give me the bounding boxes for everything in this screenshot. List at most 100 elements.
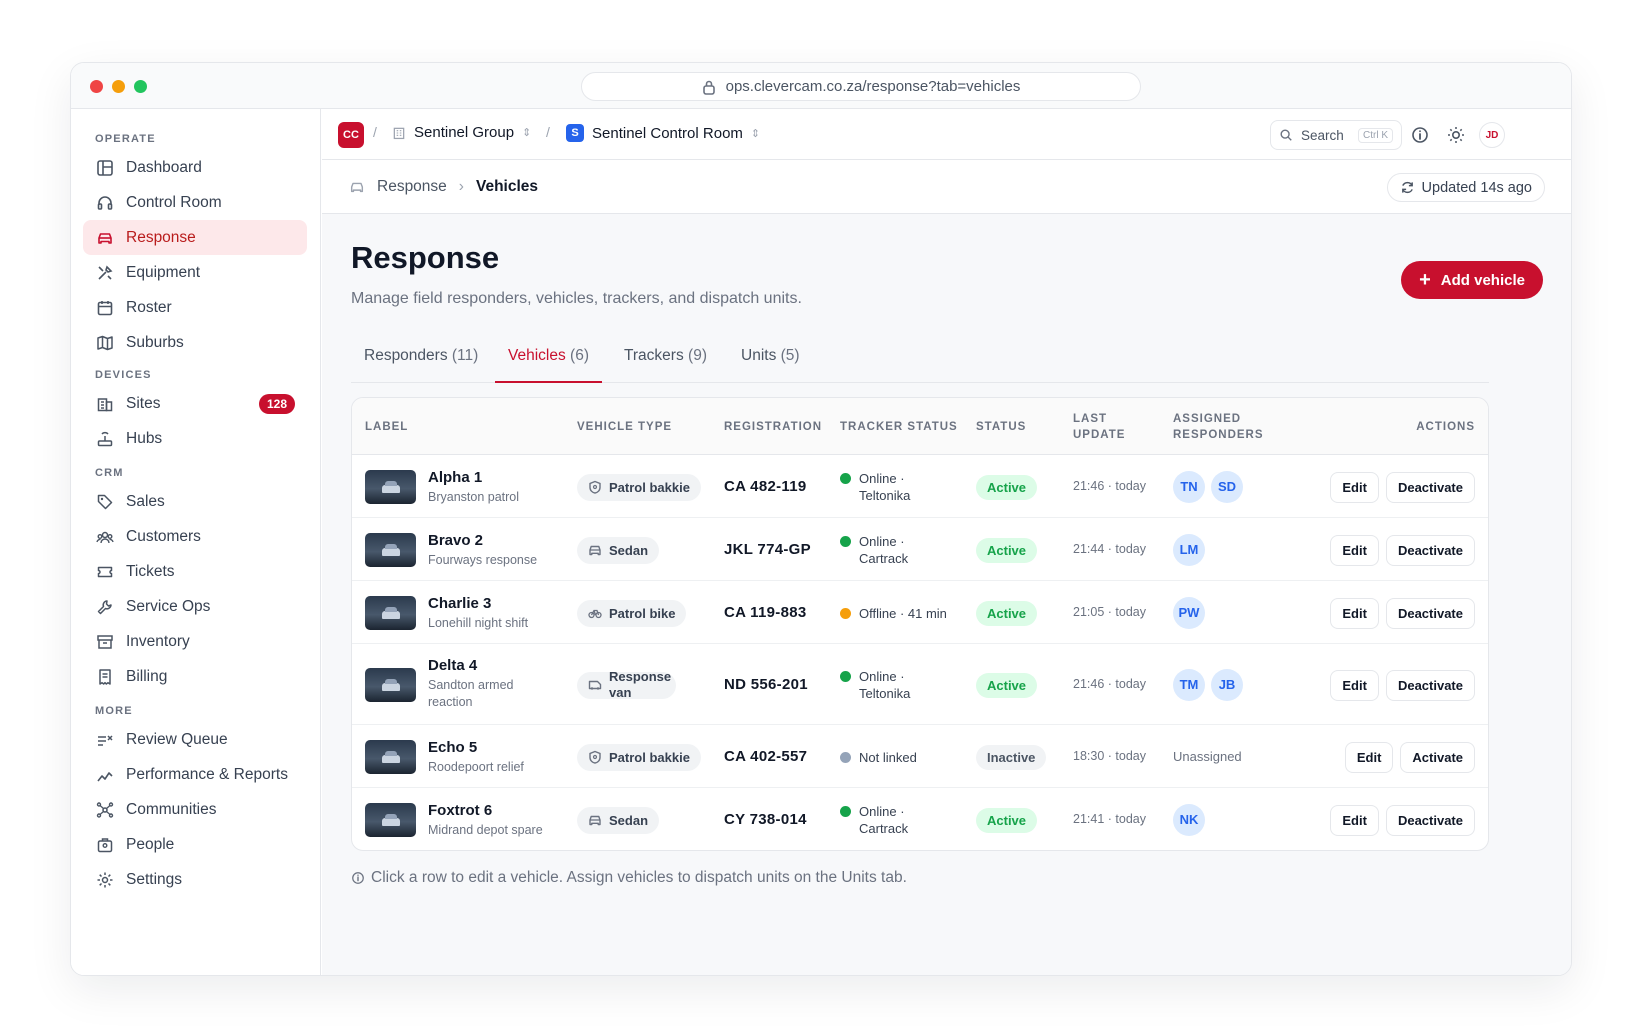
sidebar-item-communities[interactable]: Communities: [83, 792, 307, 827]
sidebar-item-dashboard[interactable]: Dashboard: [83, 150, 307, 185]
car-icon: [589, 815, 601, 826]
edit-button[interactable]: Edit: [1344, 741, 1394, 773]
tracker-status-text: Online ·: [859, 668, 905, 684]
sidebar-item-settings[interactable]: Settings: [83, 862, 307, 897]
vehicle-description: Fourways response: [428, 552, 538, 567]
sidebar-item-label: Response: [126, 228, 196, 246]
row-actions: Edit Deactivate: [1330, 471, 1475, 503]
top-bar: CC / Sentinel Group ⇕ / S Sentinel Contr…: [322, 109, 1571, 160]
user-avatar[interactable]: JD: [1479, 122, 1505, 148]
vehicle-label: Alpha 1 Bryanston patrol: [428, 469, 558, 506]
group-switcher[interactable]: Sentinel Group ⇕: [392, 124, 531, 141]
sidebar-item-equipment[interactable]: Equipment: [83, 255, 307, 290]
tracker-status-dot: [840, 751, 851, 763]
status-badge: Active: [976, 672, 1038, 698]
tab-vehicles[interactable]: Vehicles (6): [495, 347, 602, 383]
sidebar-item-people[interactable]: People: [83, 827, 307, 862]
col-actions: ACTIONS: [1416, 421, 1475, 433]
responder-avatar[interactable]: JB: [1211, 668, 1243, 701]
activate-button[interactable]: Activate: [1400, 741, 1475, 773]
search-label: Search: [1301, 127, 1344, 143]
deactivate-button[interactable]: Deactivate: [1385, 471, 1475, 503]
responder-avatar[interactable]: PW: [1173, 596, 1205, 629]
sidebar-item-hubs[interactable]: Hubs: [83, 421, 307, 456]
car-icon: [589, 545, 601, 556]
unassigned-text: Unassigned: [1173, 748, 1242, 764]
sidebar-item-control-room[interactable]: Control Room: [83, 185, 307, 220]
sidebar-item-review-queue[interactable]: Review Queue: [83, 722, 307, 757]
sidebar-item-response[interactable]: Response: [83, 220, 307, 255]
add-vehicle-label: Add vehicle: [1440, 271, 1525, 289]
breadcrumb-parent[interactable]: Response: [377, 178, 447, 196]
table-row[interactable]: Charlie 3 Lonehill night shift Patrol bike…: [352, 581, 1488, 644]
last-update: 21:46 · today: [1073, 478, 1146, 493]
sidebar-item-sales[interactable]: Sales: [83, 484, 307, 519]
sidebar-item-service-ops[interactable]: Service Ops: [83, 589, 307, 624]
search-shortcut: Ctrl K: [1358, 127, 1393, 143]
sidebar-item-sites[interactable]: Sites 128: [83, 386, 307, 421]
responder-avatar[interactable]: NK: [1173, 803, 1205, 836]
building-icon: [97, 397, 113, 411]
responder-avatar[interactable]: SD: [1211, 470, 1243, 503]
car-icon: [350, 182, 364, 193]
last-update: 21:44 · today: [1073, 541, 1146, 556]
sidebar-item-roster[interactable]: Roster: [83, 290, 307, 325]
tab-responders[interactable]: Responders (11): [351, 347, 491, 383]
vehicle-type-chip: Sedan: [577, 806, 660, 834]
minimize-window-button[interactable]: [112, 80, 125, 93]
sidebar-item-inventory[interactable]: Inventory: [83, 624, 307, 659]
sidebar-item-performance-reports[interactable]: Performance & Reports: [83, 757, 307, 792]
vehicle-type-chip: Patrol bike: [577, 599, 687, 627]
deactivate-button[interactable]: Deactivate: [1385, 597, 1475, 629]
list-check-icon: [98, 734, 113, 746]
chevron-right-icon: ›: [458, 178, 464, 195]
edit-button[interactable]: Edit: [1330, 534, 1379, 566]
col-tracker-status: TRACKER STATUS: [840, 421, 958, 433]
responder-avatar[interactable]: TN: [1173, 470, 1205, 503]
sidebar-item-billing[interactable]: Billing: [83, 659, 307, 694]
vehicle-description: Roodepoort relief: [428, 759, 524, 774]
add-vehicle-button[interactable]: + Add vehicle: [1401, 261, 1543, 299]
registration: JKL 774-GP: [724, 540, 811, 558]
refresh-status[interactable]: Updated 14s ago: [1386, 173, 1545, 202]
deactivate-button[interactable]: Deactivate: [1385, 669, 1475, 701]
table-row[interactable]: Alpha 1 Bryanston patrol Patrol bakkie CA 4…: [352, 455, 1488, 518]
maximize-window-button[interactable]: [134, 80, 147, 93]
sidebar-item-suburbs[interactable]: Suburbs: [83, 325, 307, 360]
table-row[interactable]: Delta 4 Sandton armed reaction Response va…: [352, 644, 1488, 725]
router-icon: [97, 431, 113, 446]
tracker-status-dot: [840, 805, 851, 817]
table-row[interactable]: Bravo 2 Fourways response Sedan JKL 774-GP O…: [352, 518, 1488, 581]
search-button[interactable]: Search Ctrl K: [1270, 120, 1402, 150]
tab-trackers[interactable]: Trackers (9): [611, 347, 720, 383]
tab-units[interactable]: Units (5): [728, 347, 813, 383]
org-badge[interactable]: CC: [338, 122, 364, 148]
vehicle-label: Bravo 2 Fourways response: [428, 532, 558, 569]
responder-avatar[interactable]: LM: [1173, 533, 1205, 566]
table-row[interactable]: Foxtrot 6 Midrand depot spare Sedan CY 738-…: [352, 788, 1488, 850]
table-row[interactable]: Echo 5 Roodepoort relief Patrol bakkie CA 4…: [352, 725, 1488, 788]
sidebar-item-tickets[interactable]: Tickets: [83, 554, 307, 589]
edit-button[interactable]: Edit: [1330, 597, 1379, 629]
control-room-switcher[interactable]: S Sentinel Control Room ⇕: [566, 124, 760, 142]
deactivate-button[interactable]: Deactivate: [1385, 804, 1475, 836]
vehicle-name: Delta 4: [428, 656, 478, 674]
updated-text: Updated 14s ago: [1421, 179, 1532, 196]
sidebar-item-label: Billing: [126, 667, 168, 685]
address-bar[interactable]: ops.clevercam.co.za/response?tab=vehicle…: [581, 72, 1141, 101]
close-window-button[interactable]: [90, 80, 103, 93]
section-operate: OPERATE: [95, 133, 156, 145]
info-icon[interactable]: [1410, 125, 1430, 145]
edit-button[interactable]: Edit: [1330, 669, 1379, 701]
edit-button[interactable]: Edit: [1330, 471, 1379, 503]
sidebar-item-customers[interactable]: Customers: [83, 519, 307, 554]
info-icon: [352, 872, 364, 884]
edit-button[interactable]: Edit: [1330, 804, 1379, 836]
vehicle-thumbnail: [365, 469, 416, 504]
section-more: MORE: [95, 705, 133, 717]
last-update: 21:41 · today: [1073, 811, 1146, 826]
tracker-status: Offline · 41 min: [840, 605, 947, 622]
responder-avatar[interactable]: TM: [1173, 668, 1205, 701]
deactivate-button[interactable]: Deactivate: [1385, 534, 1475, 566]
theme-toggle-icon[interactable]: [1446, 125, 1466, 145]
